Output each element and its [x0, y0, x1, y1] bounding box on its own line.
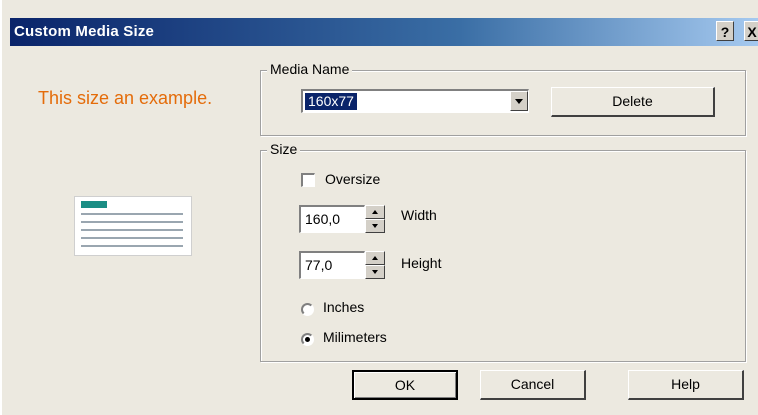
inches-radio[interactable]	[301, 303, 314, 316]
media-name-value[interactable]: 160x77	[305, 93, 357, 110]
example-label: This size an example.	[38, 88, 213, 108]
oversize-checkbox[interactable]	[301, 173, 315, 187]
close-icon[interactable]: X	[744, 21, 758, 41]
millimeters-radio[interactable]	[301, 333, 314, 346]
height-spinner[interactable]	[365, 251, 385, 279]
media-name-group: Media Name 160x77 Delete	[260, 61, 746, 136]
width-label: Width	[401, 207, 437, 223]
preview-line	[81, 221, 183, 223]
spin-up-icon[interactable]	[365, 205, 385, 219]
title-bar[interactable]: Custom Media Size ? X	[10, 18, 758, 46]
help-button[interactable]: Help	[628, 370, 744, 400]
custom-media-size-dialog: Custom Media Size ? X This size an examp…	[0, 0, 758, 415]
height-label: Height	[401, 255, 442, 271]
dialog-body: This size an example. Media Name 160x77 …	[10, 46, 758, 415]
spin-down-icon[interactable]	[365, 265, 385, 279]
inches-label[interactable]: Inches	[323, 299, 364, 315]
oversize-label[interactable]: Oversize	[325, 171, 380, 187]
help-icon[interactable]: ?	[716, 21, 734, 41]
width-input[interactable]: 160,0	[299, 205, 365, 233]
media-preview-icon	[74, 196, 192, 256]
chevron-down-icon[interactable]	[510, 91, 528, 111]
preview-line	[81, 237, 183, 239]
width-spinner[interactable]	[365, 205, 385, 233]
delete-button[interactable]: Delete	[551, 87, 715, 117]
height-input[interactable]: 77,0	[299, 251, 365, 279]
size-group: Size Oversize 160,0 Width 77,0 Height In…	[260, 141, 746, 362]
cancel-button[interactable]: Cancel	[480, 370, 586, 400]
size-legend: Size	[267, 141, 301, 157]
preview-line	[81, 229, 183, 231]
preview-tab	[81, 201, 107, 208]
media-name-combobox[interactable]: 160x77	[301, 89, 529, 113]
millimeters-label[interactable]: Milimeters	[323, 329, 387, 345]
preview-line	[81, 213, 183, 215]
spin-down-icon[interactable]	[365, 219, 385, 233]
ok-button[interactable]: OK	[352, 370, 458, 400]
preview-line	[81, 245, 183, 247]
window-title: Custom Media Size	[14, 23, 155, 40]
spin-up-icon[interactable]	[365, 251, 385, 265]
media-name-legend: Media Name	[267, 61, 353, 77]
